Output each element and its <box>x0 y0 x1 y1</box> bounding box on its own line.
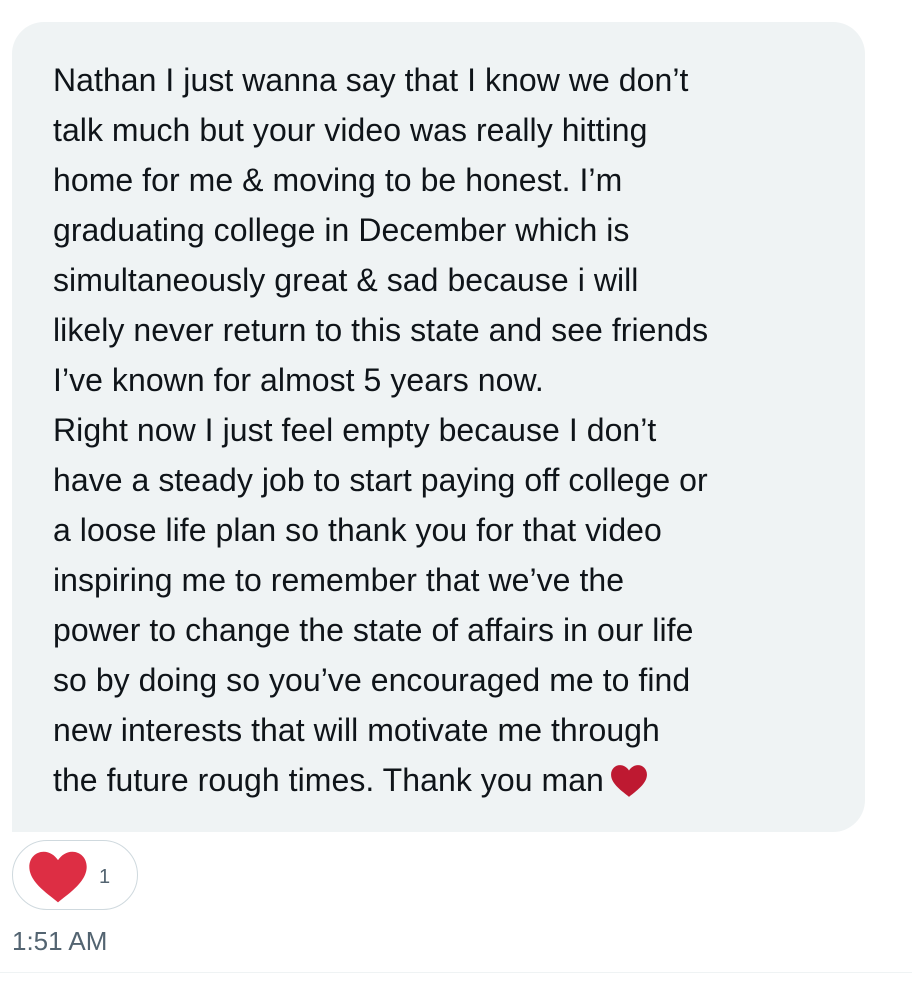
message-text: Nathan I just wanna say that I know we d… <box>53 55 845 805</box>
red-heart-icon <box>610 765 647 797</box>
reaction-count: 1 <box>99 866 111 888</box>
message-bubble[interactable]: Nathan I just wanna say that I know we d… <box>12 22 865 832</box>
message-timestamp: 1:51 AM <box>12 926 108 956</box>
reaction-button[interactable]: 1 <box>12 840 138 910</box>
divider <box>0 972 912 973</box>
message-body: Nathan I just wanna say that I know we d… <box>53 62 709 798</box>
heart-icon <box>29 851 87 903</box>
